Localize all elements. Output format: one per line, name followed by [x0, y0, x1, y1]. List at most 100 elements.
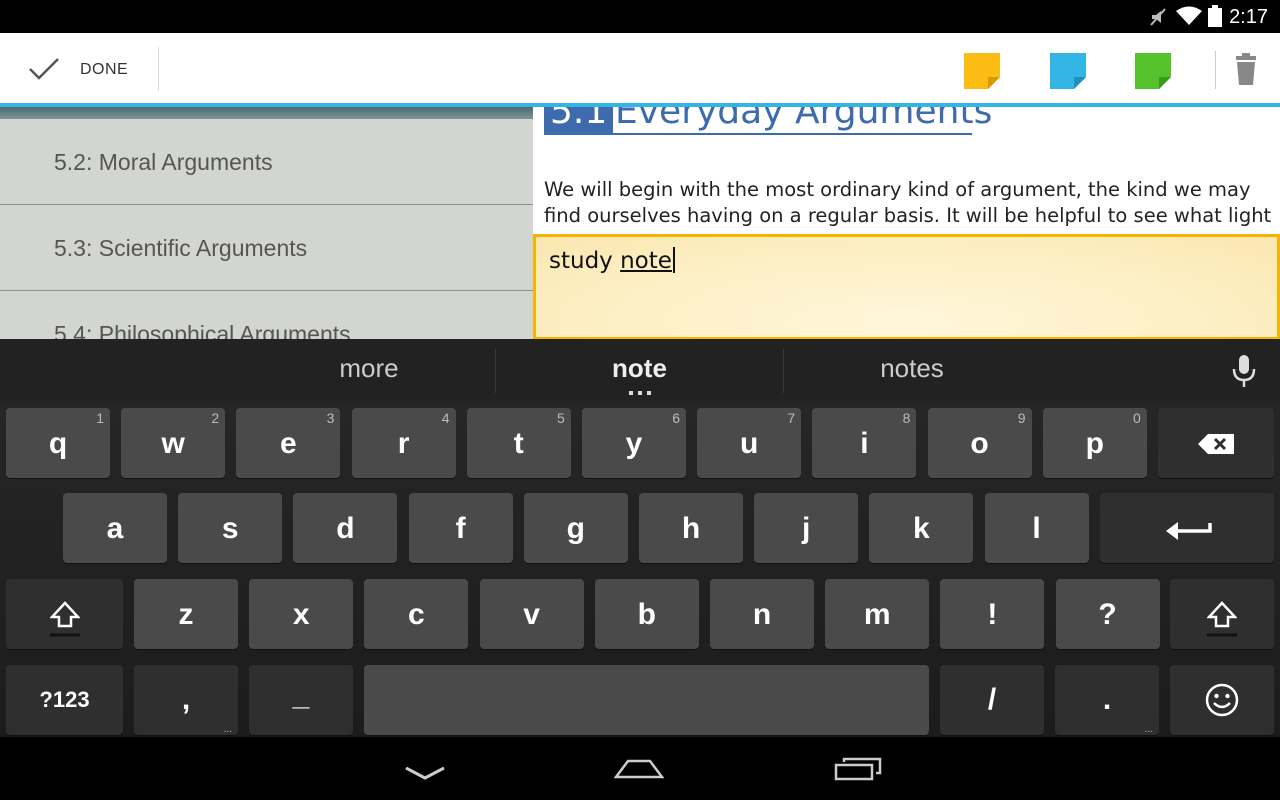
toc-item-label: 5.2: Moral Arguments — [54, 149, 273, 175]
shift-icon — [50, 601, 80, 637]
period-key-label: . — [1102, 683, 1112, 716]
key-hint: 0 — [1133, 410, 1141, 426]
key-label: v — [523, 598, 540, 631]
key-y[interactable]: y6 — [582, 408, 686, 478]
key-label: x — [292, 598, 310, 631]
key-o[interactable]: o9 — [927, 408, 1032, 478]
symbols-key[interactable]: ?123 — [6, 665, 123, 735]
key-label: ! — [987, 598, 998, 631]
divider — [1215, 51, 1216, 89]
backspace-key[interactable] — [1158, 408, 1274, 478]
key-f[interactable]: f — [408, 493, 513, 563]
symbols-key-label: ?123 — [39, 687, 90, 712]
key-label: ? — [1098, 598, 1117, 631]
back-chevron-down-icon[interactable] — [404, 765, 446, 781]
key-v[interactable]: v — [479, 579, 584, 649]
space-bar[interactable] — [364, 665, 929, 735]
key-e[interactable]: e3 — [236, 408, 341, 478]
slash-key[interactable]: / — [940, 665, 1044, 735]
key-x[interactable]: x — [249, 579, 354, 649]
smiley-icon — [1205, 683, 1239, 717]
suggestion-left[interactable]: more — [244, 353, 494, 384]
key-a[interactable]: a — [63, 493, 167, 563]
text-cursor — [672, 247, 675, 273]
home-icon[interactable] — [614, 757, 664, 781]
key-z[interactable]: z — [134, 579, 238, 649]
toc-item-philosophical-arguments[interactable]: 5.4: Philosophical Arguments — [0, 291, 533, 339]
key-label: d — [336, 512, 355, 545]
key-n[interactable]: n — [710, 579, 814, 649]
key-q[interactable]: q1 — [6, 408, 110, 478]
suggestion-center[interactable]: note — [496, 353, 783, 384]
status-bar: 2:17 — [0, 0, 1280, 33]
key-hint: 1 — [96, 410, 104, 426]
body-paragraph[interactable]: We will begin with the most ordinary kin… — [544, 177, 1274, 229]
key-p[interactable]: p0 — [1042, 408, 1147, 478]
key-label: t — [513, 427, 524, 460]
key-label: u — [740, 427, 759, 460]
key-w[interactable]: w2 — [121, 408, 226, 478]
key-j[interactable]: j — [754, 493, 859, 563]
key-exclamation[interactable]: ! — [940, 579, 1045, 649]
toc-item-moral-arguments[interactable]: 5.2: Moral Arguments — [0, 119, 533, 205]
key-label: a — [106, 512, 124, 545]
section-title-underline — [544, 133, 972, 135]
key-question[interactable]: ? — [1055, 579, 1160, 649]
more-suggestions-icon[interactable] — [628, 390, 652, 396]
delete-button[interactable] — [1228, 51, 1264, 91]
key-label: g — [566, 512, 585, 545]
section-title: Everyday Arguments — [615, 107, 993, 132]
key-l[interactable]: l — [984, 493, 1089, 563]
suggestion-right[interactable]: notes — [784, 353, 1040, 384]
key-s[interactable]: s — [178, 493, 283, 563]
yellow-note-button[interactable] — [962, 51, 1002, 91]
blue-note-button[interactable] — [1048, 51, 1088, 91]
note-composing-text: note — [620, 248, 672, 274]
key-label: n — [752, 598, 772, 631]
mute-icon — [1150, 8, 1166, 26]
recent-apps-icon[interactable] — [834, 757, 882, 781]
key-t[interactable]: t5 — [466, 408, 571, 478]
done-button[interactable]: DONE — [0, 33, 158, 103]
clock: 2:17 — [1229, 6, 1268, 28]
key-b[interactable]: b — [594, 579, 699, 649]
key-r[interactable]: r4 — [351, 408, 456, 478]
comma-key[interactable]: , ... — [134, 665, 238, 735]
yellow-sticky-note-icon — [964, 53, 1000, 89]
note-text[interactable]: study note — [549, 247, 675, 274]
blue-sticky-note-icon — [1050, 53, 1086, 89]
suggestion-strip: more note notes — [0, 339, 1280, 403]
key-label: h — [681, 512, 701, 545]
green-note-button[interactable] — [1133, 51, 1173, 91]
slash-key-label: / — [987, 683, 997, 716]
action-bar: DONE — [0, 33, 1280, 107]
key-u[interactable]: u7 — [697, 408, 802, 478]
key-hint: 7 — [787, 410, 796, 426]
toc-item-scientific-arguments[interactable]: 5.3: Scientific Arguments — [0, 205, 533, 291]
key-g[interactable]: g — [523, 493, 628, 563]
emoji-key[interactable] — [1170, 665, 1274, 735]
key-hint: 5 — [557, 410, 565, 426]
key-hint: 6 — [672, 410, 680, 426]
key-k[interactable]: k — [869, 493, 974, 563]
shift-key-right[interactable] — [1170, 579, 1274, 649]
key-hint: 8 — [902, 410, 911, 426]
key-c[interactable]: c — [364, 579, 469, 649]
key-label: m — [863, 598, 891, 631]
underscore-key[interactable]: _ — [249, 665, 353, 735]
key-i[interactable]: i8 — [812, 408, 917, 478]
navigation-bar — [0, 737, 1280, 800]
period-key[interactable]: . ... — [1055, 665, 1159, 735]
key-h[interactable]: h — [639, 493, 743, 563]
key-d[interactable]: d — [293, 493, 398, 563]
key-m[interactable]: m — [825, 579, 930, 649]
enter-key[interactable] — [1100, 493, 1274, 563]
microphone-icon[interactable] — [1230, 354, 1258, 388]
key-label: i — [860, 427, 869, 460]
key-label: z — [178, 598, 194, 631]
key-label: s — [221, 512, 239, 545]
trash-icon — [1236, 53, 1256, 85]
key-hint: ... — [1144, 724, 1153, 735]
sticky-note-editor[interactable]: study note — [533, 234, 1280, 340]
shift-key-left[interactable] — [6, 579, 123, 649]
